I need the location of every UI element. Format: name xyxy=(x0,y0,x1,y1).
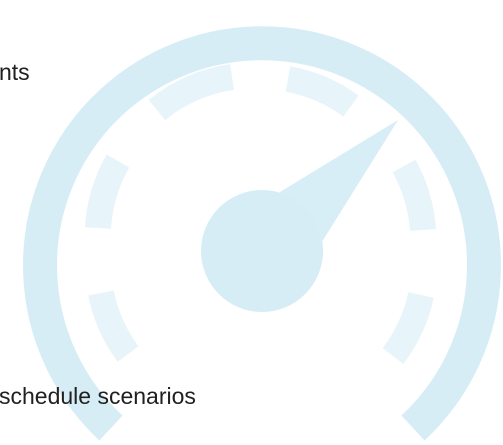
slide-canvas: nts schedule scenarios xyxy=(0,0,503,445)
gauge-tick-1 xyxy=(88,290,139,362)
body-text-fragment: nts xyxy=(0,59,30,85)
speedometer-icon xyxy=(23,26,501,441)
gauge-hub xyxy=(201,190,323,312)
gauge-tick-6 xyxy=(382,291,434,364)
gauge-tick-4 xyxy=(285,66,359,117)
gauge-tick-5 xyxy=(392,159,436,232)
body-text-line: schedule scenarios xyxy=(0,383,196,409)
gauge-tick-2 xyxy=(85,154,130,230)
